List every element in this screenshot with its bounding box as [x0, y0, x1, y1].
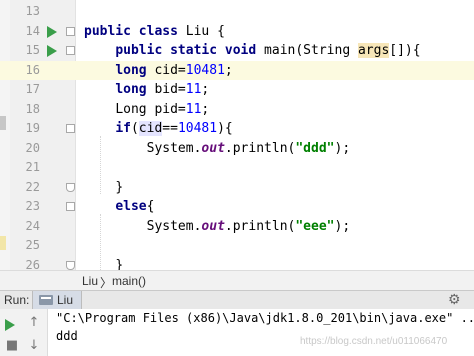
run-tab[interactable]: Liu [32, 291, 83, 310]
code-text: long cid=10481; [115, 62, 233, 78]
code-line-13: 13 [0, 2, 474, 22]
watermark: https://blog.csdn.net/u011066470 [300, 336, 448, 347]
line-number: 24 [25, 218, 40, 233]
line-number: 13 [25, 4, 40, 18]
run-label: Run: [4, 293, 30, 307]
line-number: 23 [25, 199, 40, 213]
code-text: long bid=11; [115, 82, 210, 97]
line-number: 17 [25, 82, 40, 96]
run-panel: ↑ ■ ↓ "C:\Program Files (x86)\Java\jdk1.… [0, 309, 474, 356]
code-text: System.out.println("ddd"); [146, 140, 351, 156]
code-line-18: 18 Long pid=11; [0, 100, 474, 120]
code-text: else{ [115, 199, 155, 214]
breadcrumb-method[interactable]: main() [112, 274, 146, 288]
breadcrumb-class[interactable]: Liu [82, 274, 98, 288]
code-text: public class Liu { [84, 23, 225, 39]
indent-guide [100, 214, 101, 270]
code-line-20: 20 System.out.println("ddd"); [0, 139, 474, 159]
code-text: } [115, 179, 124, 195]
code-text: if(cid==10481){ [115, 121, 233, 136]
line-number: 18 [25, 101, 40, 116]
code-line-25: 25 [0, 236, 474, 256]
code-line-17: 17 long bid=11; [0, 80, 474, 100]
run-tab-label: Liu [57, 293, 74, 307]
code-line-26: 26 } [0, 256, 474, 271]
code-line-14: 14 public class Liu { [0, 22, 474, 42]
line-number: 16 [25, 62, 40, 77]
stop-icon[interactable]: ■ [2, 337, 22, 355]
code-line-15: 15 public static void main(String args[]… [0, 41, 474, 61]
code-text: Long pid=11; [115, 101, 210, 117]
code-line-21: 21 [0, 158, 474, 178]
code-line-24: 24 System.out.println("eee"); [0, 217, 474, 237]
fold-toggle[interactable] [66, 202, 75, 211]
run-main-icon[interactable] [47, 45, 57, 57]
run-toolbar: ↑ ■ ↓ [0, 309, 48, 356]
fold-end-toggle[interactable] [66, 260, 75, 270]
breadcrumb-separator: 〉 [100, 276, 113, 290]
code-editor[interactable]: 13 14 public class Liu { 15 public stati… [0, 0, 474, 270]
code-line-23: 23 else{ [0, 197, 474, 217]
code-text: } [115, 257, 124, 271]
arrow-down-icon[interactable]: ↓ [24, 337, 44, 355]
line-number: 19 [25, 121, 40, 135]
line-number: 26 [25, 257, 40, 271]
fold-toggle[interactable] [66, 26, 75, 36]
line-number: 14 [25, 23, 40, 38]
code-text: System.out.println("eee"); [146, 218, 351, 234]
code-line-22: 22 } [0, 178, 474, 198]
gear-icon[interactable]: ⚙ [448, 291, 461, 308]
fold-end-toggle[interactable] [66, 182, 75, 192]
code-line-19: 19 if(cid==10481){ [0, 119, 474, 139]
line-number: 25 [25, 238, 40, 252]
code-text: public static void main(String args[]){ [115, 43, 421, 58]
line-number: 15 [25, 43, 40, 57]
indent-guide [100, 136, 101, 194]
fold-toggle[interactable] [66, 46, 75, 55]
run-tool-header: Run: Liu ⚙ [0, 290, 474, 310]
play-icon[interactable] [5, 319, 15, 331]
console-icon [39, 295, 53, 305]
line-number: 22 [25, 179, 40, 194]
code-line-16: 16 long cid=10481; [0, 60, 474, 80]
line-number: 20 [25, 140, 40, 155]
arrow-up-icon[interactable]: ↑ [24, 314, 44, 332]
line-number: 21 [25, 160, 40, 174]
run-class-icon[interactable] [47, 25, 57, 38]
fold-toggle[interactable] [66, 124, 75, 133]
breadcrumb: Liu 〉 main() [0, 270, 474, 290]
console-command-line: "C:\Program Files (x86)\Java\jdk1.8.0_20… [56, 311, 474, 325]
